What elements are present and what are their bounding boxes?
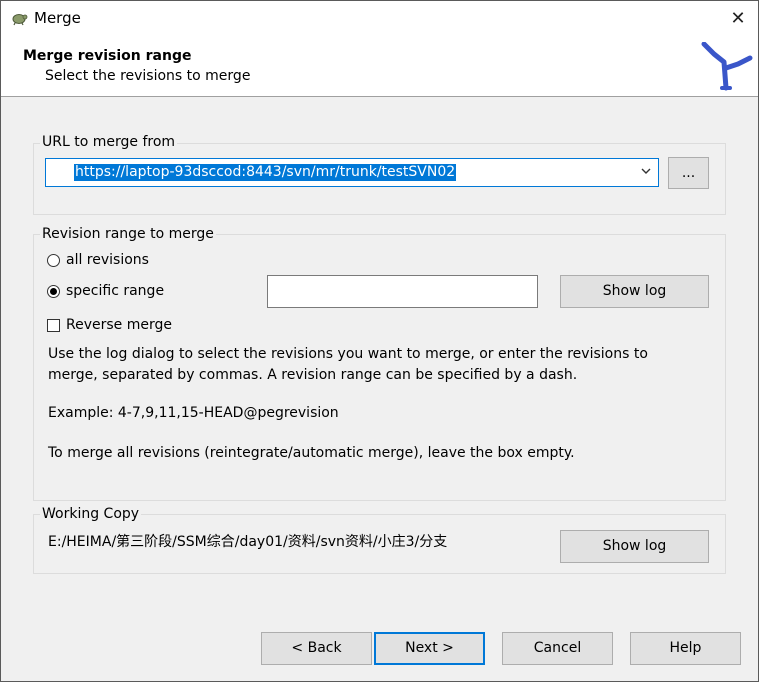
tortoise-app-icon [10,9,28,27]
reverse-merge-label[interactable]: Reverse merge [66,317,172,333]
back-button[interactable]: < Back [261,632,372,665]
merge-logo-icon [700,41,754,92]
url-combobox[interactable]: https://laptop-93dsccod:8443/svn/mr/trun… [45,158,659,187]
close-icon[interactable]: ✕ [724,6,752,32]
cancel-button[interactable]: Cancel [502,632,613,665]
example-text: Example: 4-7,9,11,15-HEAD@pegrevision [48,405,339,421]
show-log-range-button[interactable]: Show log [560,275,709,308]
revision-range-group-label: Revision range to merge [40,226,216,242]
window-title: Merge [34,9,81,27]
working-copy-path: E:/HEIMA/第三阶段/SSM综合/day01/资料/svn资料/小庄3/分… [48,534,448,550]
title-bar[interactable] [1,1,758,37]
page-title: Merge revision range [23,48,192,64]
help-button[interactable]: Help [630,632,741,665]
browse-url-button[interactable]: ... [668,157,709,189]
all-revisions-radio[interactable] [47,254,60,267]
next-button[interactable]: Next > [374,632,485,665]
url-group-label: URL to merge from [40,134,178,150]
revision-range-input[interactable] [267,275,538,308]
help-text-line1: Use the log dialog to select the revisio… [48,346,648,362]
working-copy-group-label: Working Copy [40,506,142,522]
specific-range-label[interactable]: specific range [66,283,164,299]
show-log-working-copy-button[interactable]: Show log [560,530,709,563]
page-subtitle: Select the revisions to merge [45,68,251,84]
url-value: https://laptop-93dsccod:8443/svn/mr/trun… [74,164,457,181]
merge-all-note: To merge all revisions (reintegrate/auto… [48,445,575,461]
help-text-line2: merge, separated by commas. A revision r… [48,367,578,383]
all-revisions-label[interactable]: all revisions [66,252,149,268]
reverse-merge-checkbox[interactable] [47,319,60,332]
specific-range-radio[interactable] [47,285,60,298]
chevron-down-icon[interactable] [640,164,652,178]
